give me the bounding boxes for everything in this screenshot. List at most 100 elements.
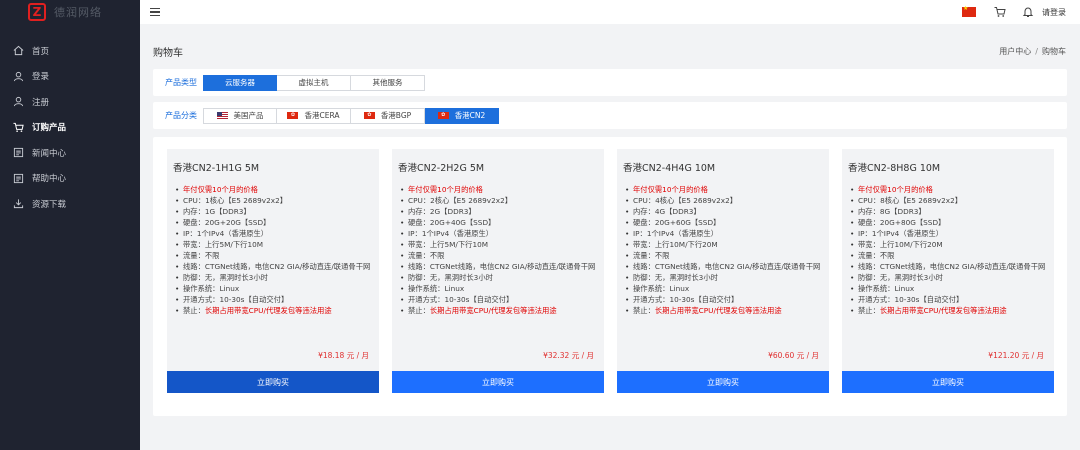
ban-text: 长期占用带宽CPU/代理发包等违法用途 [204,306,332,315]
feature-disk: 硬盘：20G+60G【SSD】 [625,217,825,228]
product-price: ¥18.18 元 / 月 [318,351,369,360]
category-hk-bgp-button[interactable]: ✿ 香港BGP [351,107,425,124]
page-title: 购物车 [153,48,183,59]
ban-text: 长期占用带宽CPU/代理发包等违法用途 [654,306,782,315]
product-features: 年付仅需10个月的价格 CPU：2核心【E5 2689v2x2】 内存：2G【D… [400,184,600,316]
china-flag-icon[interactable] [962,5,976,17]
feature-disk: 硬盘：20G+80G【SSD】 [850,217,1050,228]
product-type-segment: 云服务器 虚拟主机 其他服务 [203,74,425,91]
sidebar-item-home[interactable]: 首页 [0,38,140,64]
sidebar-item-label: 订购产品 [32,123,67,134]
logo-text: 德润网络 [54,6,102,19]
top-bar: 请登录 [140,0,1080,24]
sidebar-item-help[interactable]: 帮助中心 [0,166,140,192]
category-label: 香港CN2 [454,111,486,120]
product-card: 香港CN2-2H2G 5M 年付仅需10个月的价格 CPU：2核心【E5 268… [392,149,604,393]
feature-cpu: CPU：1核心【E5 2689v2x2】 [175,195,375,206]
product-type-panel: 产品类型 云服务器 虚拟主机 其他服务 [153,69,1067,96]
logo-icon: Z [28,3,46,21]
feature-ram: 内存：2G【DDR3】 [400,206,600,217]
sidebar-item-login[interactable]: 登录 [0,64,140,90]
download-icon [13,199,24,209]
help-icon [13,173,24,183]
product-title: 香港CN2-8H8G 10M [848,163,941,174]
feature-ip: IP：1个IPv4（香港原生） [175,228,375,239]
feature-ban: 禁止：长期占用带宽CPU/代理发包等违法用途 [625,305,825,316]
sidebar-item-label: 资源下载 [32,199,67,210]
feature-os: 操作系统：Linux [625,283,825,294]
logo[interactable]: Z 德润网络 [0,0,140,24]
sidebar-item-label: 注册 [32,97,50,108]
category-hk-cera-button[interactable]: ✿ 香港CERA [277,107,351,124]
feature-ip: IP：1个IPv4（香港原生） [850,228,1050,239]
feature-bandwidth: 带宽：上行5M/下行10M [400,239,600,250]
buy-now-button[interactable]: 立即购买 [617,371,829,393]
sidebar-item-download[interactable]: 资源下载 [0,191,140,217]
product-card: 香港CN2-8H8G 10M 年付仅需10个月的价格 CPU：8核心【E5 26… [842,149,1054,393]
product-category-segment: 美国产品 ✿ 香港CERA ✿ 香港BGP ✿ 香港CN2 [203,107,499,124]
sidebar-item-register[interactable]: 注册 [0,89,140,115]
product-features: 年付仅需10个月的价格 CPU：8核心【E5 2689v2x2】 内存：8G【D… [850,184,1050,316]
feature-cpu: CPU：4核心【E5 2689v2x2】 [625,195,825,206]
buy-now-button[interactable]: 立即购买 [392,371,604,393]
buy-now-button[interactable]: 立即购买 [842,371,1054,393]
feature-ddos: 防御：无，黑洞时长3小时 [625,272,825,283]
feature-deploy: 开通方式：10-30s【自动交付】 [175,294,375,305]
product-features: 年付仅需10个月的价格 CPU：4核心【E5 2689v2x2】 内存：4G【D… [625,184,825,316]
product-card: 香港CN2-1H1G 5M 年付仅需10个月的价格 CPU：1核心【E5 268… [167,149,379,393]
feature-cpu: CPU：2核心【E5 2689v2x2】 [400,195,600,206]
top-right-actions: 请登录 [962,5,1080,18]
feature-line: 线路：CTGNet线路，电信CN2 GIA/移动直连/联通骨干网 [625,261,825,272]
product-price: ¥32.32 元 / 月 [543,351,594,360]
feature-os: 操作系统：Linux [175,283,375,294]
feature-promo: 年付仅需10个月的价格 [175,184,375,195]
ban-prefix: 禁止： [183,306,205,315]
feature-cpu: CPU：8核心【E5 2689v2x2】 [850,195,1050,206]
category-label: 美国产品 [233,111,264,120]
type-other-services-button[interactable]: 其他服务 [351,74,425,91]
category-label: 香港BGP [380,111,412,120]
buy-now-button[interactable]: 立即购买 [167,371,379,393]
category-hk-cn2-button[interactable]: ✿ 香港CN2 [425,107,499,124]
feature-os: 操作系统：Linux [850,283,1050,294]
feature-ip: IP：1个IPv4（香港原生） [625,228,825,239]
product-features: 年付仅需10个月的价格 CPU：1核心【E5 2689v2x2】 内存：1G【D… [175,184,375,316]
bell-icon[interactable] [1022,6,1034,18]
type-cloud-server-button[interactable]: 云服务器 [203,74,277,91]
feature-traffic: 流量：不限 [400,250,600,261]
feature-deploy: 开通方式：10-30s【自动交付】 [625,294,825,305]
feature-deploy: 开通方式：10-30s【自动交付】 [850,294,1050,305]
product-type-label: 产品类型 [165,78,197,87]
product-title: 香港CN2-4H4G 10M [623,163,716,174]
login-link[interactable]: 请登录 [1042,7,1066,18]
category-label: 香港CERA [304,111,340,120]
feature-promo: 年付仅需10个月的价格 [850,184,1050,195]
ban-prefix: 禁止： [408,306,430,315]
news-icon [13,148,24,158]
user-icon [13,71,24,82]
sidebar-nav: 首页 登录 注册 订购产品 新闻中心 帮助中心 资源下载 [0,38,140,217]
sidebar-item-label: 帮助中心 [32,174,67,185]
home-icon [13,46,24,56]
cart-icon[interactable] [994,6,1006,18]
feature-disk: 硬盘：20G+20G【SSD】 [175,217,375,228]
breadcrumb-separator: / [1035,47,1038,56]
feature-ddos: 防御：无，黑洞时长3小时 [400,272,600,283]
product-category-panel: 产品分类 美国产品 ✿ 香港CERA ✿ 香港BGP ✿ 香港CN2 [153,102,1067,129]
sidebar-item-label: 首页 [32,46,50,57]
feature-deploy: 开通方式：10-30s【自动交付】 [400,294,600,305]
menu-toggle-icon[interactable] [150,6,160,19]
type-virtual-host-button[interactable]: 虚拟主机 [277,74,351,91]
product-list-panel: 香港CN2-1H1G 5M 年付仅需10个月的价格 CPU：1核心【E5 268… [153,137,1067,416]
feature-ram: 内存：4G【DDR3】 [625,206,825,217]
us-flag-icon [216,112,228,119]
sidebar-item-label: 新闻中心 [32,148,67,159]
breadcrumb-parent[interactable]: 用户中心 [999,47,1031,56]
sidebar-item-order[interactable]: 订购产品 [0,115,140,141]
ban-text: 长期占用带宽CPU/代理发包等违法用途 [879,306,1007,315]
product-title: 香港CN2-1H1G 5M [173,163,260,174]
category-us-button[interactable]: 美国产品 [203,107,277,124]
cart-icon [13,122,24,132]
feature-bandwidth: 带宽：上行5M/下行10M [175,239,375,250]
sidebar-item-news[interactable]: 新闻中心 [0,140,140,166]
